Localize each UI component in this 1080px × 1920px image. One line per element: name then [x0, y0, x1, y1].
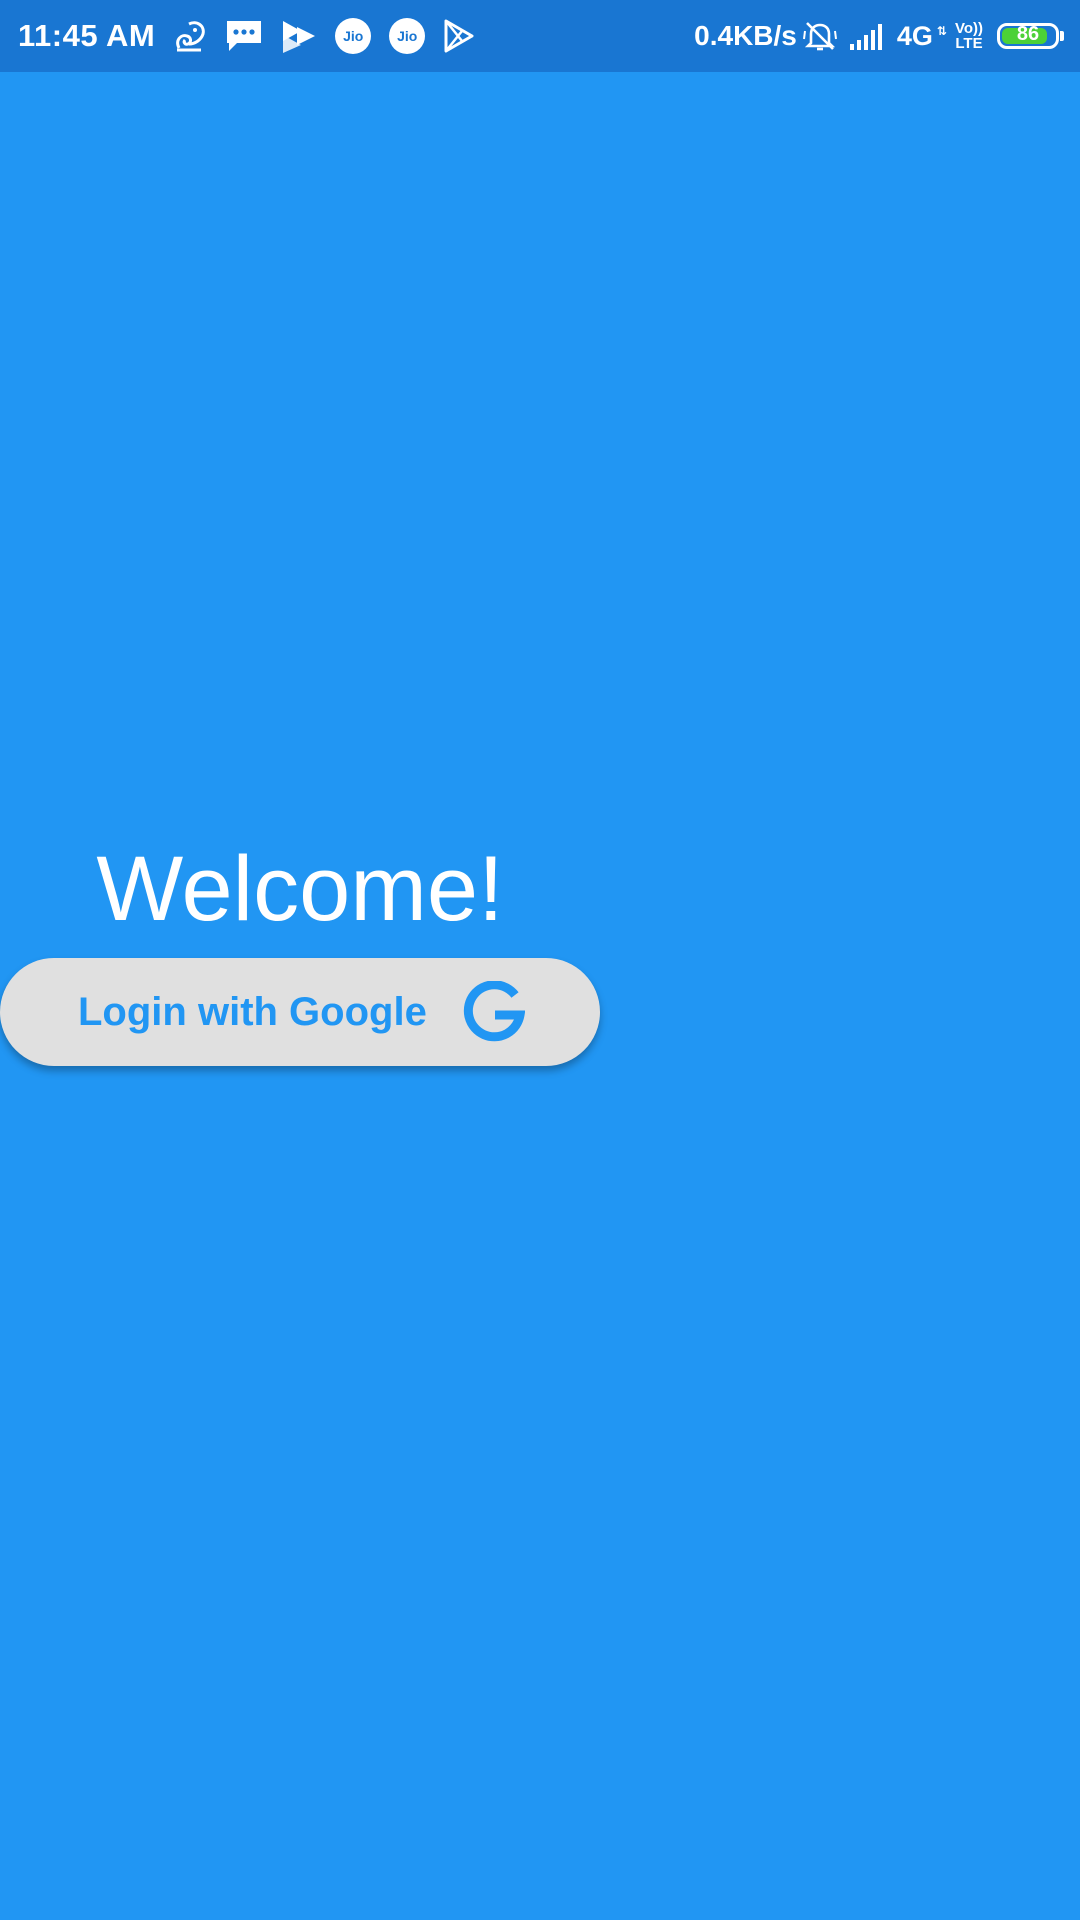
messages-icon [225, 16, 263, 56]
battery-indicator: 86 [997, 23, 1064, 49]
volte-bottom: LTE [955, 35, 983, 52]
network-speed: 0.4KB/s [694, 20, 797, 51]
google-g-icon [463, 981, 525, 1043]
bell-off-icon [802, 16, 837, 56]
status-right: 0.4KB/s 4G ⇅ Vo)) LTE 86 [694, 16, 1064, 56]
volte-top: Vo)) [954, 20, 983, 37]
network-type: 4G [896, 20, 933, 51]
welcome-heading: Welcome! [96, 838, 504, 940]
uc-browser-icon [173, 16, 207, 56]
status-time: 11:45 AM [18, 18, 156, 53]
status-bar: 11:45 AM Jio Jio 0.4KB/s 4G ⇅ Vo)) LTE 8… [0, 0, 1080, 72]
status-left: 11:45 AM Jio Jio [18, 16, 493, 56]
battery-percent: 86 [1016, 23, 1040, 45]
play-store-icon [443, 16, 475, 56]
battery-tip [1060, 31, 1064, 41]
jio-icon: Jio [335, 18, 372, 54]
volte-indicator: Vo)) LTE [955, 21, 983, 51]
login-button-label: Login with Google [78, 989, 427, 1034]
signal-icon [849, 16, 887, 56]
play-icon [281, 16, 317, 56]
network-activity-icon: ⇅ [936, 24, 947, 38]
jio-icon: Jio [389, 18, 426, 54]
login-with-google-button[interactable]: Login with Google [0, 958, 600, 1066]
battery-icon: 86 [997, 23, 1059, 49]
